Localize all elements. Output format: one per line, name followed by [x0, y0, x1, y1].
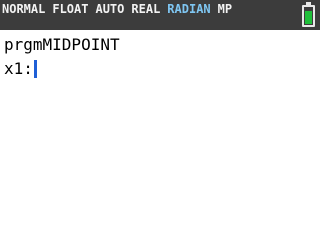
program-line: prgmMIDPOINT: [4, 35, 120, 54]
home-screen[interactable]: prgmMIDPOINT x1:: [4, 33, 120, 81]
status-bar: NORMAL FLOAT AUTO REAL RADIAN MP: [0, 0, 320, 30]
input-prompt-line[interactable]: x1:: [4, 57, 120, 81]
battery-icon: [302, 2, 315, 27]
battery-level-fill: [305, 11, 312, 24]
text-cursor: [33, 60, 37, 78]
mode-mp: MP: [217, 2, 233, 16]
mode-real: REAL: [131, 2, 161, 16]
mode-indicators: NORMAL FLOAT AUTO REAL RADIAN MP: [2, 1, 239, 17]
prompt-label: x1:: [4, 59, 33, 78]
mode-angle: RADIAN: [167, 2, 211, 16]
mode-float: FLOAT: [52, 2, 89, 16]
calculator-screen: NORMAL FLOAT AUTO REAL RADIAN MP prgmMIDPOINT…: [0, 0, 320, 240]
mode-normal: NORMAL: [2, 2, 46, 16]
mode-auto: AUTO: [95, 2, 125, 16]
